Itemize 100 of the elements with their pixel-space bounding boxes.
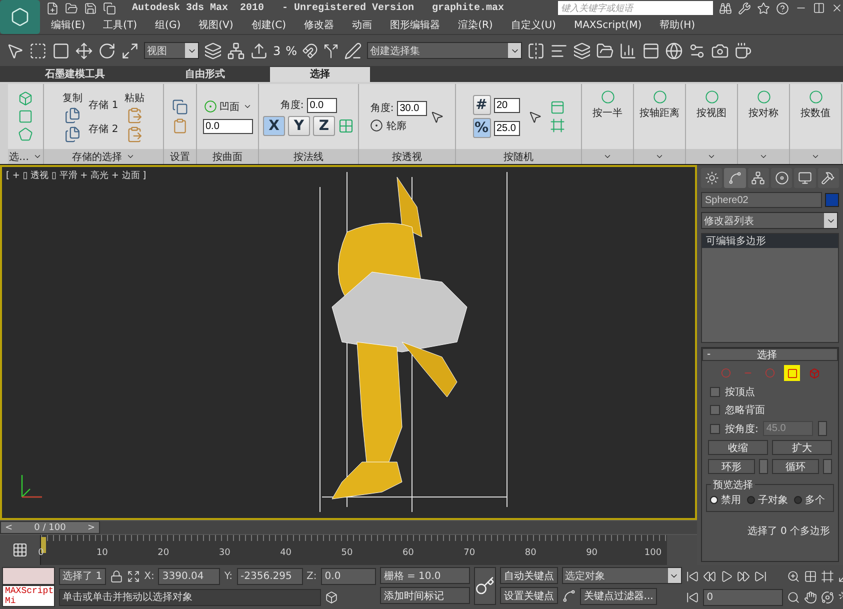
star-icon[interactable] (757, 2, 770, 14)
x-coordinate-field[interactable]: 3390.04 (158, 568, 220, 584)
previous-frame-icon[interactable] (702, 570, 716, 582)
rotate-icon[interactable] (98, 42, 116, 60)
layers-icon[interactable] (573, 42, 592, 60)
random-mode-toggle[interactable]: % (472, 118, 490, 138)
selection-button[interactable]: 收缩 (708, 440, 768, 455)
coordinate-dropdown[interactable]: 视图 (144, 42, 199, 59)
selection-button[interactable]: 循环 (772, 459, 819, 474)
caret-icon[interactable] (242, 102, 252, 111)
copy-icon[interactable] (64, 126, 82, 142)
checkbox[interactable] (710, 424, 720, 434)
folder-icon[interactable] (596, 42, 614, 60)
checkbox[interactable] (710, 405, 720, 415)
y-coordinate-field[interactable]: -2356.295 (236, 568, 303, 584)
copy-icon[interactable] (103, 2, 116, 14)
play-icon[interactable] (720, 570, 733, 582)
set-key-button[interactable] (474, 567, 496, 605)
copy-icon[interactable] (172, 99, 188, 115)
menu-item[interactable]: 视图(V) (190, 18, 242, 32)
select-pointer-icon[interactable] (6, 42, 24, 60)
ribbon-tab[interactable]: 自由形式 (140, 67, 270, 82)
pan-icon[interactable] (804, 590, 817, 604)
random-mode-toggle[interactable]: # (472, 95, 490, 115)
current-frame-field[interactable]: 0 (702, 588, 783, 606)
lock-icon[interactable] (110, 570, 124, 582)
hammer-icon[interactable] (821, 171, 836, 185)
ribbon-tab[interactable]: 选择 (270, 67, 370, 82)
snap-toggle[interactable]: % (286, 44, 298, 58)
modifier-stack-item[interactable]: 可编辑多边形 (702, 234, 838, 248)
modifier-list-dropdown[interactable]: 修改器列表 (701, 212, 838, 229)
command-panel-tab[interactable] (770, 168, 792, 188)
time-slider-thumb[interactable]: < 0 / 100 > (0, 521, 100, 534)
select-region-icon[interactable] (29, 42, 47, 60)
menu-item[interactable]: 帮助(H) (650, 18, 704, 32)
hierarchy-icon[interactable] (751, 171, 766, 185)
open-folder-icon[interactable] (65, 2, 78, 14)
tangent-icon[interactable] (562, 589, 576, 603)
close-icon[interactable] (831, 2, 843, 14)
command-panel-tab[interactable] (701, 168, 722, 188)
caret-icon[interactable] (759, 152, 768, 161)
wrench-icon[interactable] (738, 2, 751, 14)
axis-toggle[interactable]: Y (288, 116, 310, 136)
maxscript-listener[interactable]: MAXScript Mi (2, 585, 55, 607)
menu-item[interactable]: 创建(C) (242, 18, 296, 32)
ribbon-tab[interactable]: 石墨建模工具 (10, 67, 140, 82)
next-frame-arrow[interactable]: > (83, 522, 99, 532)
app-logo[interactable] (0, 0, 40, 34)
snap-toggle[interactable]: 3 (273, 44, 281, 58)
key-filters-button[interactable]: 关键点过滤器... (580, 588, 658, 604)
store-slot-label[interactable]: 存储 2 (88, 122, 118, 136)
time-slider-track[interactable]: < 0 / 100 > (0, 521, 697, 534)
angle-field[interactable]: 0.0 (306, 98, 337, 112)
z-coordinate-field[interactable]: 0.0 (320, 568, 376, 584)
viewport-label[interactable]: [ + ▯ 透视 ▯ 平滑 + 高光 + 边面 ] (6, 169, 146, 182)
object-color-swatch[interactable] (825, 193, 839, 207)
save-icon[interactable] (84, 2, 97, 14)
command-panel-tab[interactable] (724, 168, 746, 188)
select-method-button[interactable]: 按数值 (800, 106, 830, 120)
key-mode-dropdown[interactable]: 选定对象 (562, 567, 682, 584)
move-icon[interactable] (75, 42, 93, 60)
menu-item[interactable]: 自定义(U) (502, 18, 565, 32)
search-field[interactable]: 键入关键字或短语 (558, 1, 713, 15)
next-frame-icon[interactable] (736, 570, 750, 582)
command-panel-tab[interactable] (818, 168, 839, 188)
caret-icon[interactable] (707, 152, 716, 161)
clipboard-icon[interactable] (172, 118, 188, 134)
set-key-mode-button[interactable]: 设置关键点 (500, 587, 558, 604)
selection-button[interactable]: 环形 (708, 459, 755, 474)
menu-item[interactable]: 编辑(E) (42, 18, 94, 32)
select-method-button[interactable]: 按轴距离 (640, 106, 680, 120)
go-to-start-icon[interactable] (686, 570, 699, 582)
select-method-button[interactable]: 按一半 (592, 106, 622, 120)
random-value-field[interactable]: 20 (494, 98, 520, 112)
outline-option[interactable]: 轮廓 (386, 118, 406, 132)
previous-frame-arrow[interactable]: < (1, 522, 17, 532)
curve-icon[interactable] (728, 171, 742, 185)
go-to-end-icon[interactable] (754, 570, 767, 582)
command-panel-tab[interactable] (794, 168, 816, 188)
sun-icon[interactable] (704, 171, 719, 185)
caret-icon[interactable] (603, 152, 612, 161)
orbit-icon[interactable] (820, 590, 834, 604)
caret-icon[interactable] (126, 152, 135, 161)
surface-mode-dropdown[interactable]: 凹面 (220, 100, 240, 114)
radio-button[interactable] (710, 496, 718, 504)
menu-item[interactable]: 组(G) (146, 18, 190, 32)
store-slot-label[interactable]: 存储 1 (88, 98, 118, 112)
radio-button[interactable] (747, 496, 755, 504)
cursor-icon[interactable] (430, 110, 444, 124)
random-value-field[interactable]: 25.0 (494, 120, 520, 136)
axis-toggle[interactable]: X (263, 116, 285, 136)
angle-field[interactable]: 30.0 (396, 100, 427, 116)
selection-button[interactable]: 扩大 (772, 440, 832, 455)
listener-panel[interactable] (2, 567, 55, 585)
monitor-icon[interactable] (798, 171, 812, 185)
caret-icon[interactable] (655, 152, 664, 161)
menu-item[interactable]: MAXScript(M) (564, 20, 651, 30)
menu-item[interactable]: 动画 (343, 18, 382, 32)
rollout-header[interactable]: - 选择 (702, 348, 838, 361)
select-method-button[interactable]: 按对称 (748, 106, 778, 120)
